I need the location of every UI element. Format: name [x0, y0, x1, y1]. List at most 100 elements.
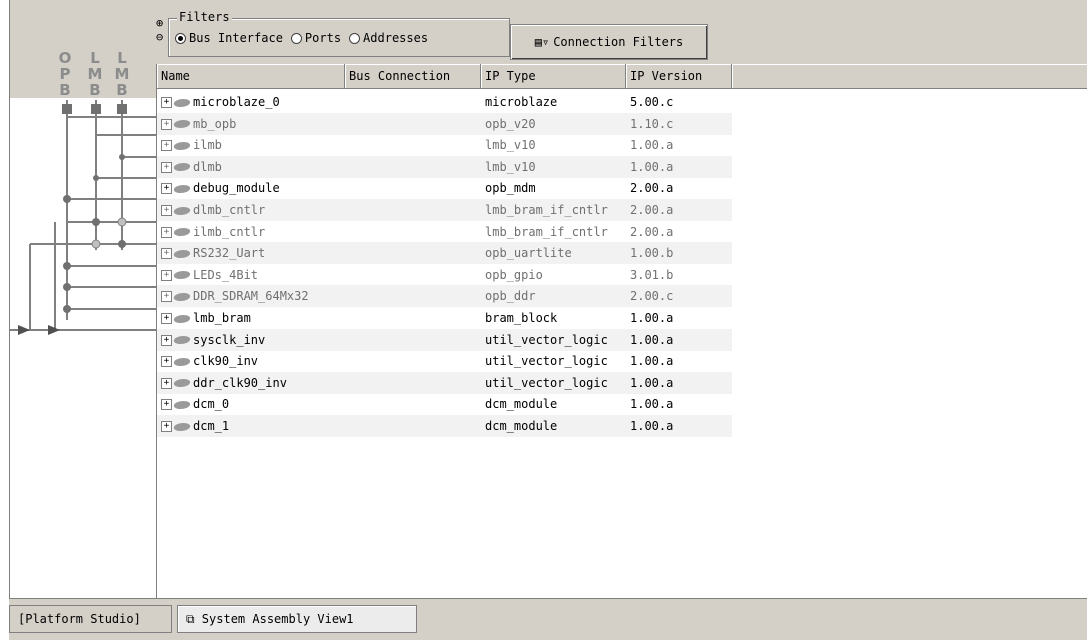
table-row[interactable]: + ilmb_cntlr lmb_bram_if_cntlr 2.00.a: [157, 221, 732, 243]
cell-version: 2.00.c: [630, 289, 674, 304]
expand-row-icon[interactable]: +: [161, 291, 172, 303]
instance-name: DDR_SDRAM_64Mx32: [193, 289, 309, 304]
column-header-bus-connection[interactable]: Bus Connection: [345, 64, 481, 89]
column-header-filler: [732, 64, 1087, 89]
bus-connectivity-panel: O P B L M B L M B: [9, 0, 157, 598]
cell-name: + ilmb_cntlr: [157, 225, 345, 239]
cell-type: bram_block: [485, 311, 558, 325]
cell-name: + RS232_Uart: [157, 246, 345, 260]
table-row[interactable]: + clk90_inv util_vector_logic 1.00.a: [157, 350, 732, 372]
ip-instance-icon: [172, 120, 192, 129]
expand-row-icon[interactable]: +: [161, 269, 172, 281]
bottom-tab-bar: [Platform Studio] ⧉ System Assembly View…: [9, 598, 1087, 640]
instance-name: dcm_1: [193, 419, 230, 433]
expand-row-icon[interactable]: +: [161, 377, 172, 389]
expand-row-icon[interactable]: +: [161, 313, 172, 324]
expand-row-icon[interactable]: +: [161, 248, 172, 260]
cell-version: 1.00.a: [630, 354, 674, 369]
table-row[interactable]: + microblaze_0 microblaze 5.00.c: [157, 91, 732, 113]
cell-version: 1.00.a: [630, 419, 674, 433]
cell-name: + DDR_SDRAM_64Mx32: [157, 289, 345, 303]
cell-type: lmb_v10: [485, 159, 536, 174]
instance-name: RS232_Uart: [193, 246, 266, 261]
instance-name: clk90_inv: [193, 354, 259, 369]
column-header-ip-version[interactable]: IP Version: [626, 64, 732, 89]
expand-collapse-icons: ⊕ ⊖: [156, 16, 163, 44]
expand-row-icon[interactable]: +: [161, 97, 172, 108]
expand-row-icon[interactable]: +: [161, 140, 172, 152]
table-row[interactable]: + dlmb_cntlr lmb_bram_if_cntlr 2.00.a: [157, 199, 732, 221]
ip-instance-icon: [172, 141, 192, 150]
table-row[interactable]: + ilmb lmb_v10 1.00.a: [157, 134, 732, 156]
column-header-ip-type[interactable]: IP Type: [481, 64, 626, 89]
table-row[interactable]: + LEDs_4Bit opb_gpio 3.01.b: [157, 264, 732, 286]
cell-type: opb_uartlite: [485, 246, 572, 261]
table-row[interactable]: + mb_opb opb_v20 1.10.c: [157, 112, 732, 135]
cell-name: + mb_opb: [157, 117, 345, 131]
bus-interface-radio[interactable]: [175, 32, 186, 44]
cell-version: 1.00.b: [630, 246, 674, 261]
table-row[interactable]: + dlmb lmb_v10 1.00.a: [157, 155, 732, 178]
cell-name: + clk90_inv: [157, 354, 345, 368]
cell-type: util_vector_logic: [485, 332, 608, 347]
platform-studio-tab[interactable]: [Platform Studio]: [9, 605, 172, 633]
cell-name: + lmb_bram: [157, 311, 345, 325]
system-assembly-view-tab[interactable]: ⧉ System Assembly View1: [177, 605, 417, 633]
table-row[interactable]: + DDR_SDRAM_64Mx32 opb_ddr 2.00.c: [157, 285, 732, 308]
cell-name: + sysclk_inv: [157, 333, 345, 347]
ip-instance-icon: [172, 249, 192, 258]
expand-row-icon[interactable]: +: [161, 334, 172, 346]
expand-row-icon[interactable]: +: [161, 161, 172, 173]
expand-row-icon[interactable]: +: [161, 226, 172, 238]
cell-type: dcm_module: [485, 397, 558, 412]
cell-name: + ilmb: [157, 138, 345, 152]
bus-wiring-diagram: [10, 100, 157, 335]
cell-type: microblaze: [485, 95, 558, 109]
expand-row-icon[interactable]: +: [161, 205, 172, 216]
table-row[interactable]: + dcm_1 dcm_module 1.00.a: [157, 415, 732, 437]
cell-name: + dlmb_cntlr: [157, 203, 345, 217]
column-header-name[interactable]: Name: [157, 64, 345, 89]
cell-version: 2.00.a: [630, 203, 674, 217]
table-row[interactable]: + RS232_Uart opb_uartlite 1.00.b: [157, 242, 732, 265]
instance-name: dlmb: [193, 159, 222, 174]
ip-instance-icon: [172, 357, 192, 366]
cell-name: + dcm_0: [157, 397, 345, 411]
expand-row-icon[interactable]: +: [161, 118, 172, 130]
bus-interface-label[interactable]: Bus Interface: [189, 31, 283, 45]
instance-name: dcm_0: [193, 397, 230, 412]
collapse-all-icon[interactable]: ⊖: [156, 30, 163, 44]
ports-radio[interactable]: [290, 32, 302, 44]
ip-instance-icon: [172, 422, 192, 431]
table-row[interactable]: + debug_module opb_mdm 2.00.a: [157, 177, 732, 199]
cell-name: + ddr_clk90_inv: [157, 376, 345, 390]
expand-row-icon[interactable]: +: [161, 399, 172, 411]
view-window-icon: ⧉: [186, 612, 202, 626]
cell-version: 1.00.a: [630, 332, 674, 347]
cell-version: 1.00.a: [630, 138, 674, 153]
table-row[interactable]: + dcm_0 dcm_module 1.00.a: [157, 393, 732, 415]
ip-instance-icon: [172, 336, 192, 345]
instance-name: lmb_bram: [193, 311, 251, 325]
expand-row-icon[interactable]: +: [161, 421, 172, 432]
expand-row-icon[interactable]: +: [161, 183, 172, 195]
cell-type: util_vector_logic: [485, 354, 608, 369]
table-row[interactable]: + ddr_clk90_inv util_vector_logic 1.00.a: [157, 371, 732, 394]
expand-all-icon[interactable]: ⊕: [156, 16, 163, 30]
instance-name: dlmb_cntlr: [193, 203, 266, 217]
addresses-label[interactable]: Addresses: [363, 31, 428, 45]
addresses-radio[interactable]: [349, 32, 361, 44]
expand-row-icon[interactable]: +: [161, 356, 172, 368]
cell-version: 1.00.a: [630, 159, 674, 174]
ports-label[interactable]: Ports: [305, 31, 341, 45]
instance-name: mb_opb: [193, 116, 237, 131]
table-row[interactable]: + lmb_bram bram_block 1.00.a: [157, 307, 732, 329]
instance-name: debug_module: [193, 181, 280, 196]
cell-type: dcm_module: [485, 419, 558, 433]
cell-type: util_vector_logic: [485, 375, 608, 390]
ip-instance-icon: [172, 228, 192, 237]
cell-version: 1.10.c: [630, 116, 674, 131]
connection-filters-button[interactable]: ▤▿ Connection Filters: [510, 24, 708, 60]
table-row[interactable]: + sysclk_inv util_vector_logic 1.00.a: [157, 328, 732, 351]
instance-name: LEDs_4Bit: [193, 267, 259, 282]
